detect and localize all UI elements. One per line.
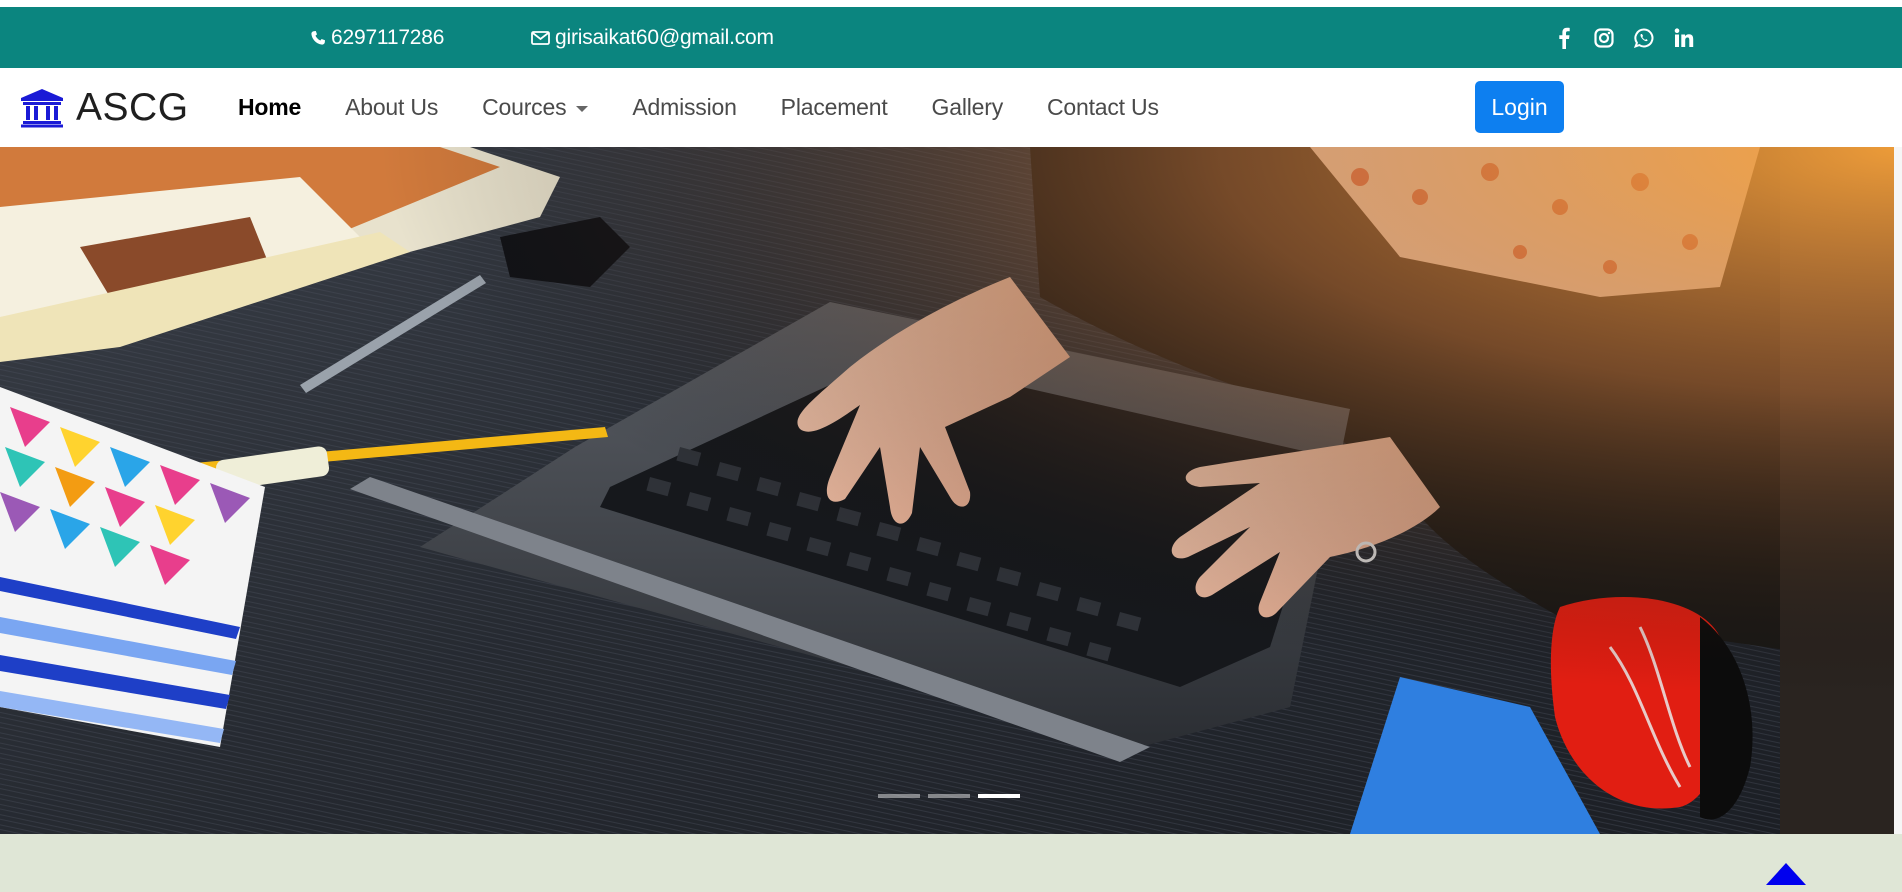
institution-icon xyxy=(21,88,63,127)
envelope-icon xyxy=(531,30,550,45)
hero-slide-image xyxy=(0,147,1902,834)
caret-down-icon xyxy=(576,105,589,112)
content-section xyxy=(0,834,1902,892)
email-contact[interactable]: girisaikat60@gmail.com xyxy=(531,7,774,68)
brand-logo[interactable]: ASCG xyxy=(20,68,189,147)
phone-contact[interactable]: 6297117286 xyxy=(310,7,444,68)
nav-item-contact-us[interactable]: Contact Us xyxy=(1025,94,1181,121)
nav-item-placement[interactable]: Placement xyxy=(759,94,910,121)
phone-number: 6297117286 xyxy=(331,25,445,49)
phone-icon xyxy=(311,30,325,45)
nav-item-gallery[interactable]: Gallery xyxy=(910,94,1025,121)
whatsapp-icon[interactable] xyxy=(1633,26,1655,50)
social-links xyxy=(1553,7,1695,68)
hero-carousel[interactable] xyxy=(0,147,1902,834)
brand-name: ASCG xyxy=(76,85,189,129)
login-button[interactable]: Login xyxy=(1475,81,1564,133)
top-info-bar: 6297117286 girisaikat60@gmail.com xyxy=(0,7,1902,68)
carousel-indicators xyxy=(878,794,1020,798)
arrow-up-icon[interactable] xyxy=(1766,863,1806,885)
carousel-indicator-2[interactable] xyxy=(928,794,970,798)
facebook-icon[interactable] xyxy=(1553,26,1575,50)
main-navbar: ASCG Home About Us Cources Admission Pla… xyxy=(0,68,1902,147)
nav-item-home[interactable]: Home xyxy=(216,94,323,121)
page: 6297117286 girisaikat60@gmail.com ASCG H… xyxy=(0,0,1902,892)
nav-item-cources[interactable]: Cources xyxy=(460,94,610,121)
nav-item-about-us[interactable]: About Us xyxy=(323,94,460,121)
linkedin-icon[interactable] xyxy=(1673,26,1695,50)
carousel-indicator-3[interactable] xyxy=(978,794,1020,798)
nav-menu: Home About Us Cources Admission Placemen… xyxy=(216,68,1181,147)
carousel-indicator-1[interactable] xyxy=(878,794,920,798)
instagram-icon[interactable] xyxy=(1593,26,1615,50)
nav-item-admission[interactable]: Admission xyxy=(610,94,758,121)
nav-item-cources-label: Cources xyxy=(482,94,567,120)
email-address: girisaikat60@gmail.com xyxy=(555,25,774,49)
